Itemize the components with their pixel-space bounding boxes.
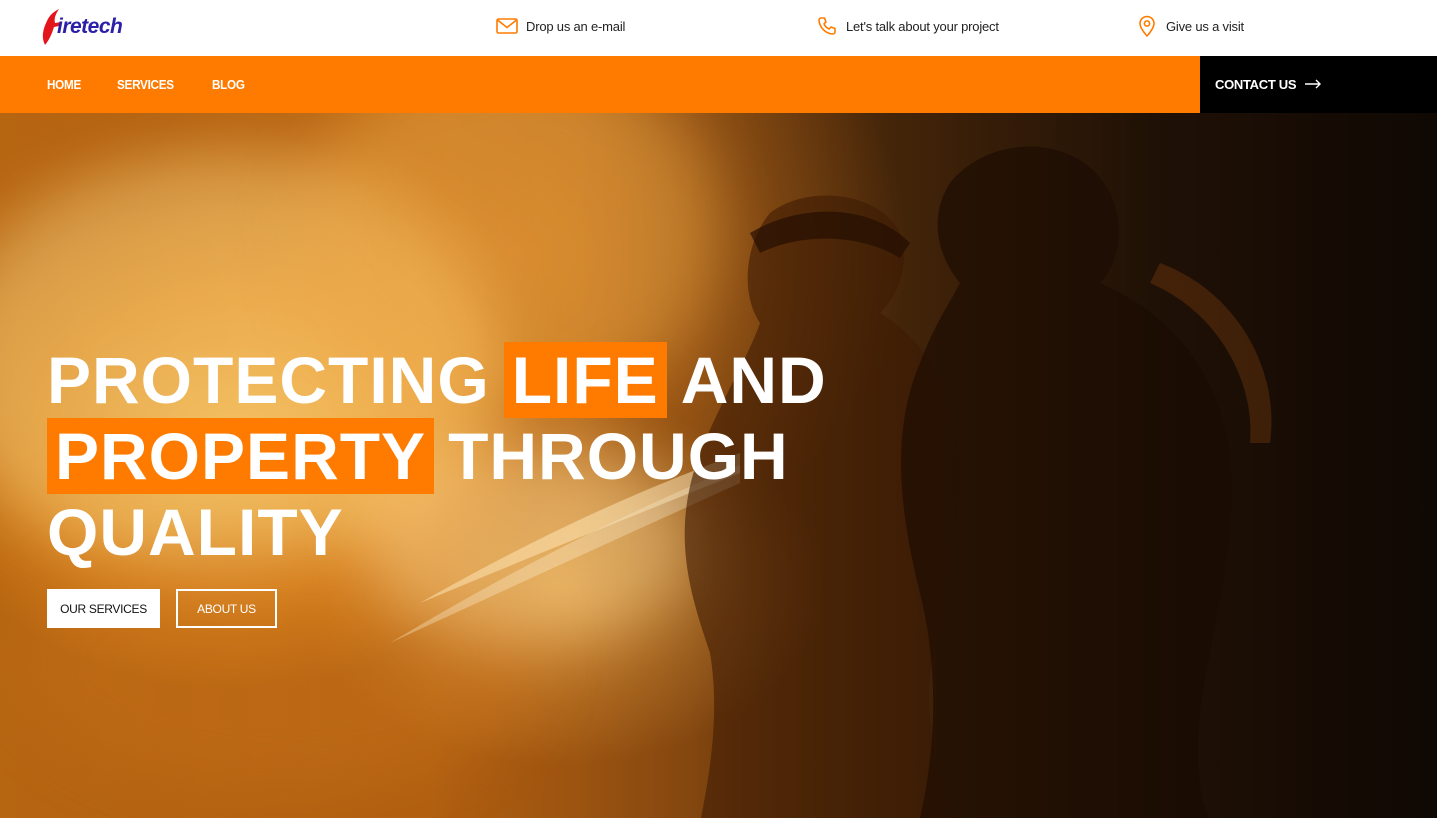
nav-links: HOME SERVICES BLOG — [47, 56, 248, 113]
arrow-right-icon — [1304, 76, 1322, 94]
contact-us-label: CONTACT US — [1215, 77, 1297, 92]
hero-section: PROTECTING LIFE AND PROPERTY THROUGH QUA… — [0, 113, 1437, 818]
phone-icon — [816, 15, 838, 37]
headline-highlight-life: LIFE — [503, 342, 667, 418]
headline-word: PROTECTING — [47, 343, 490, 417]
contact-us-button[interactable]: CONTACT US — [1200, 56, 1437, 113]
nav-link-services[interactable]: SERVICES — [117, 77, 174, 92]
headline-word: THROUGH — [448, 419, 789, 493]
location-pin-icon — [1136, 15, 1158, 37]
headline-highlight-property: PROPERTY — [47, 418, 435, 494]
about-us-button[interactable]: ABOUT US — [176, 589, 277, 628]
phone-contact-label: Let's talk about your project — [846, 18, 999, 34]
nav-link-home[interactable]: HOME — [47, 77, 81, 92]
our-services-button[interactable]: OUR SERVICES — [47, 589, 160, 628]
firetech-logo[interactable]: iretech — [37, 7, 127, 47]
top-header: iretech Drop us an e-mail Let's talk abo… — [0, 0, 1437, 56]
mail-icon — [496, 15, 518, 37]
email-contact[interactable]: Drop us an e-mail — [496, 15, 625, 37]
visit-contact[interactable]: Give us a visit — [1136, 15, 1244, 37]
hero-headline: PROTECTING LIFE AND PROPERTY THROUGH QUA… — [47, 342, 826, 570]
email-contact-label: Drop us an e-mail — [526, 18, 626, 34]
logo-wordmark: iretech — [57, 15, 123, 38]
headline-word: AND — [680, 343, 827, 417]
headline-word: QUALITY — [47, 495, 344, 569]
visit-contact-label: Give us a visit — [1166, 18, 1244, 34]
phone-contact[interactable]: Let's talk about your project — [816, 15, 999, 37]
main-nav: HOME SERVICES BLOG CONTACT US — [0, 56, 1437, 113]
hero-buttons: OUR SERVICES ABOUT US — [47, 589, 277, 628]
nav-link-blog[interactable]: BLOG — [212, 77, 245, 92]
